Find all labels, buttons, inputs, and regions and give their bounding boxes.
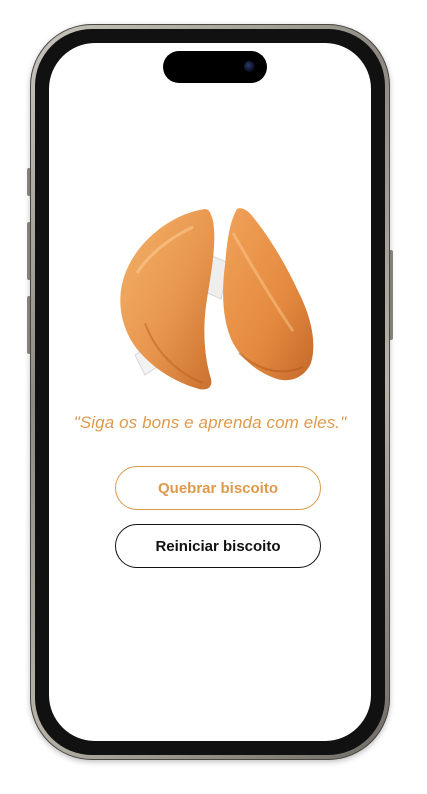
phone-frame: "Siga os bons e aprenda com eles." Quebr… — [30, 24, 390, 760]
break-cookie-button[interactable]: Quebrar biscoito — [115, 466, 321, 510]
fortune-phrase: "Siga os bons e aprenda com eles." — [73, 413, 347, 432]
front-camera-icon — [244, 61, 255, 72]
dynamic-island — [163, 51, 267, 83]
phone-screen: "Siga os bons e aprenda com eles." Quebr… — [49, 43, 371, 741]
phone-bezel: "Siga os bons e aprenda com eles." Quebr… — [35, 29, 385, 755]
fortune-cookie-image — [107, 203, 327, 403]
fortune-cookie-broken-icon — [120, 208, 314, 390]
reset-cookie-button[interactable]: Reiniciar biscoito — [115, 524, 321, 568]
stage: "Siga os bons e aprenda com eles." Quebr… — [0, 0, 427, 794]
